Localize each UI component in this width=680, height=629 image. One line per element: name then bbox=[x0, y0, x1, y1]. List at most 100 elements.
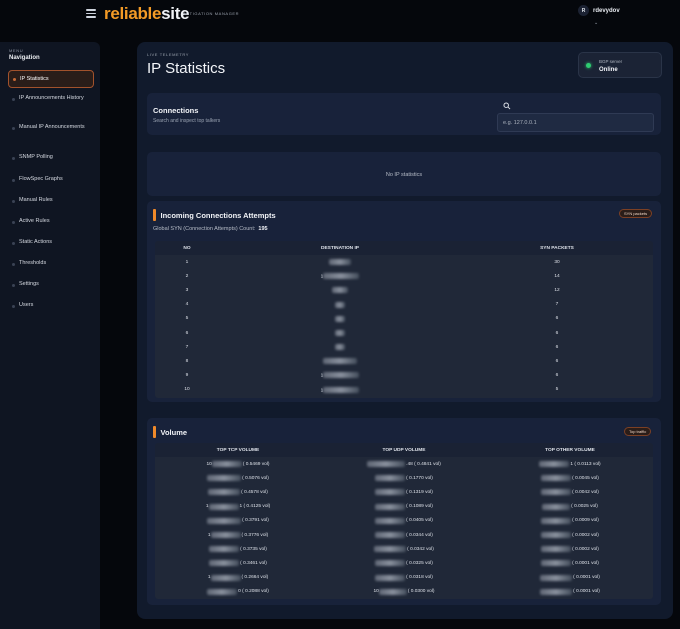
tcp-volume-cell[interactable]: ( 0.4578 vol) bbox=[155, 489, 321, 496]
bullet-icon bbox=[12, 221, 15, 224]
destination-ip[interactable] bbox=[219, 315, 461, 322]
redacted-ip bbox=[541, 546, 572, 553]
sidebar-item-active-rules[interactable]: Active Rules bbox=[8, 218, 94, 226]
bullet-icon bbox=[12, 200, 15, 203]
destination-ip[interactable] bbox=[219, 301, 461, 308]
table-row: 47 bbox=[155, 298, 653, 312]
table-row: 10( 0.5469 vol) .48 ( 0.4841 vol) 1 ( 0.01… bbox=[155, 457, 653, 471]
ip-stats-card: No IP statistics bbox=[147, 152, 661, 196]
sidebar-item-ip-announcements-history[interactable]: IP Announcements History bbox=[8, 95, 94, 103]
udp-volume-cell[interactable]: ( 0.1770 vol) bbox=[321, 475, 487, 482]
bullet-icon bbox=[12, 242, 15, 245]
tcp-volume-cell[interactable]: ( 0.3461 vol) bbox=[155, 560, 321, 567]
udp-volume-cell[interactable]: ( 0.0342 vol) bbox=[321, 546, 487, 553]
udp-volume-cell[interactable]: ( 0.0344 vol) bbox=[321, 532, 487, 539]
udp-volume-cell[interactable]: ( 0.0405 vol) bbox=[321, 517, 487, 524]
tcp-volume-cell[interactable]: ( 0.5076 vol) bbox=[155, 475, 321, 482]
destination-ip[interactable] bbox=[219, 329, 461, 336]
other-volume-cell[interactable]: ( 0.0009 vol) bbox=[487, 517, 653, 524]
row-number: 3 bbox=[185, 287, 189, 293]
redacted-ip bbox=[540, 588, 573, 595]
redacted-ip bbox=[208, 489, 241, 496]
tcp-volume-cell[interactable]: 0 ( 0.2088 vol) bbox=[155, 588, 321, 595]
udp-volume-cell[interactable]: ( 0.0325 vol) bbox=[321, 560, 487, 567]
table-row: 2 1 14 bbox=[155, 269, 653, 283]
avatar: R bbox=[578, 5, 589, 16]
bgp-label: BGP server bbox=[599, 59, 623, 64]
syn-badge: SYN packets bbox=[619, 209, 653, 218]
sidebar-item-ip-statistics[interactable]: IP Statistics bbox=[8, 70, 94, 88]
eyebrow-label: LIVE TELEMETRY bbox=[147, 52, 190, 57]
table-row: ( 0.3735 vol)( 0.0342 vol)( 0.0002 vol) bbox=[155, 542, 653, 556]
sidebar-item-flowspec-graphs[interactable]: FlowSpec Graphs bbox=[8, 176, 94, 184]
sidebar-item-label: Users bbox=[19, 302, 34, 308]
tcp-volume-cell[interactable]: 11 ( 0.4125 vol) bbox=[155, 503, 321, 510]
redacted-ip bbox=[209, 546, 240, 553]
other-volume-cell[interactable]: ( 0.0025 vol) bbox=[487, 503, 653, 510]
bullet-icon bbox=[12, 127, 15, 130]
udp-volume-cell[interactable]: ( 0.0318 vol) bbox=[321, 574, 487, 581]
other-volume-cell[interactable]: ( 0.0001 vol) bbox=[487, 588, 653, 595]
sidebar-item-settings[interactable]: Settings bbox=[8, 281, 94, 289]
incoming-table: NO DESTINATION IP SYN PACKETS 1 30 2 1 14 3 12… bbox=[155, 241, 653, 398]
destination-ip[interactable]: 1 bbox=[219, 386, 461, 393]
tcp-volume-cell[interactable]: 10( 0.5469 vol) bbox=[155, 461, 321, 468]
other-volume-cell[interactable]: ( 0.0042 vol) bbox=[487, 489, 653, 496]
user-menu[interactable]: R rdevydov ⌄ bbox=[578, 5, 620, 26]
sidebar-item-manual-ip-announcements[interactable]: Manual IP Announcements bbox=[8, 124, 94, 132]
incoming-connections-card: Incoming Connections Attempts SYN packet… bbox=[147, 201, 661, 402]
redacted-ip bbox=[375, 560, 406, 567]
table-row: ( 0.3791 vol)( 0.0405 vol)( 0.0009 vol) bbox=[155, 514, 653, 528]
top-bar: reliablesite MITIGATION MANAGER R rdevyd… bbox=[0, 0, 680, 30]
udp-volume-cell[interactable]: 10( 0.0300 vol) bbox=[321, 588, 487, 595]
destination-ip[interactable] bbox=[219, 344, 461, 351]
redacted-ip bbox=[210, 574, 241, 581]
status-dot-icon bbox=[586, 63, 591, 68]
hamburger-menu-icon[interactable] bbox=[86, 9, 96, 19]
redacted-ip bbox=[323, 358, 357, 365]
sidebar-item-label: IP Announcements History bbox=[19, 95, 84, 101]
other-volume-cell[interactable]: ( 0.0001 vol) bbox=[487, 574, 653, 581]
syn-count: 14 bbox=[554, 273, 560, 279]
other-volume-cell[interactable]: ( 0.0002 vol) bbox=[487, 532, 653, 539]
bgp-status: Online bbox=[599, 67, 618, 73]
redacted-ip bbox=[541, 489, 572, 496]
udp-volume-cell[interactable]: ( 0.1089 vol) bbox=[321, 503, 487, 510]
redacted-ip bbox=[541, 532, 572, 539]
other-volume-cell[interactable]: ( 0.0002 vol) bbox=[487, 546, 653, 553]
bullet-icon bbox=[12, 263, 15, 266]
tcp-volume-cell[interactable]: 1( 0.3776 vol) bbox=[155, 532, 321, 539]
sidebar-item-thresholds[interactable]: Thresholds bbox=[8, 260, 94, 268]
tcp-volume-cell[interactable]: ( 0.3735 vol) bbox=[155, 546, 321, 553]
global-syn-count: Global SYN (Connection Attempts) Count: 1… bbox=[153, 226, 268, 232]
volume-table: TOP TCP VOLUME TOP UDP VOLUME TOP OTHER … bbox=[155, 443, 653, 599]
sidebar-item-label: SNMP Polling bbox=[19, 154, 53, 160]
other-volume-cell[interactable]: 1 ( 0.0113 vol) bbox=[487, 461, 653, 468]
navigation-title: Navigation bbox=[9, 55, 40, 61]
row-number: 6 bbox=[185, 330, 189, 336]
destination-ip[interactable] bbox=[219, 258, 461, 265]
destination-ip[interactable]: 1 bbox=[219, 372, 461, 379]
tcp-volume-cell[interactable]: ( 0.3791 vol) bbox=[155, 517, 321, 524]
syn-count: 5 bbox=[555, 387, 559, 393]
destination-ip[interactable] bbox=[219, 287, 461, 294]
section-title: Volume bbox=[160, 427, 188, 437]
sidebar-item-users[interactable]: Users bbox=[8, 302, 94, 310]
tcp-volume-cell[interactable]: 1( 0.2664 vol) bbox=[155, 574, 321, 581]
chevron-down-icon[interactable]: ⌄ bbox=[594, 20, 598, 26]
redacted-ip bbox=[207, 475, 242, 482]
logo[interactable]: reliablesite bbox=[104, 4, 190, 24]
sidebar-item-static-actions[interactable]: Static Actions bbox=[8, 239, 94, 247]
destination-ip[interactable] bbox=[219, 358, 461, 365]
search-input[interactable] bbox=[497, 113, 654, 132]
sidebar-item-snmp-polling[interactable]: SNMP Polling bbox=[8, 154, 94, 162]
redacted-ip bbox=[375, 574, 406, 581]
udp-volume-cell[interactable]: ( 0.1319 vol) bbox=[321, 489, 487, 496]
table-row: 66 bbox=[155, 326, 653, 340]
sidebar-item-manual-rules[interactable]: Manual Rules bbox=[8, 197, 94, 205]
other-volume-cell[interactable]: ( 0.0001 vol) bbox=[487, 560, 653, 567]
destination-ip[interactable]: 1 bbox=[219, 273, 461, 279]
other-volume-cell[interactable]: ( 0.0045 vol) bbox=[487, 475, 653, 482]
udp-volume-cell[interactable]: .48 ( 0.4841 vol) bbox=[321, 461, 487, 468]
section-header: Volume bbox=[153, 426, 187, 438]
